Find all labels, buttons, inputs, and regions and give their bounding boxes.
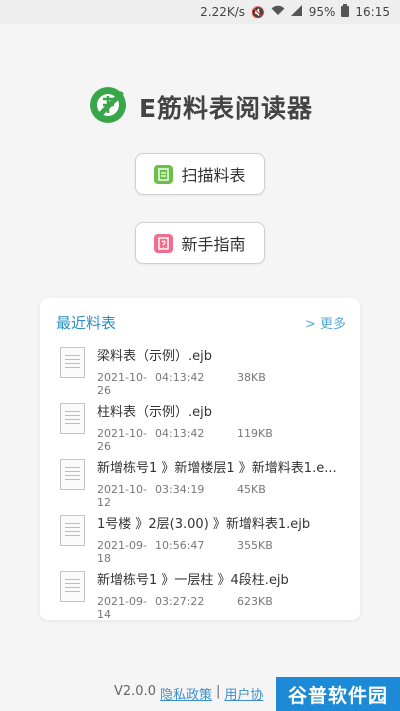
file-icon [60,571,85,602]
file-icon [60,459,85,490]
file-name: 新增栋号1 》新增楼层1 》新增料表1.e... [97,461,337,476]
file-name: 柱料表（示例）.ejb [97,405,212,420]
status-bar: 2.22K/s 🔇 95% 16:15 [0,0,400,24]
scan-button[interactable]: 扫描料表 [135,153,265,195]
guide-button[interactable]: 新手指南 [135,222,265,264]
file-size: 119KB [237,427,273,440]
list-item[interactable]: 新增栋号1 》新增楼层1 》新增料表1.e... 2021-10-12 03:3… [40,457,360,513]
file-time: 03:34:19 [155,483,205,496]
file-time: 04:13:42 [155,427,205,440]
list-item[interactable]: 1号楼 》2层(3.00) 》新增料表1.ejb 2021-09-18 10:5… [40,513,360,569]
mute-icon: 🔇 [251,5,265,19]
app-brand: E筋料表阅读器 [0,84,400,130]
recent-file-list: 梁料表（示例）.ejb 2021-10-26 04:13:42 38KB 柱料表… [40,345,360,625]
file-time: 04:13:42 [155,371,205,384]
file-time: 03:27:22 [155,595,205,608]
scan-label: 扫描料表 [181,166,246,185]
app-version: V2.0.0 [114,684,156,699]
file-name: 1号楼 》2层(3.00) 》新增料表1.ejb [97,517,311,532]
file-date: 2021-09-18 [97,539,147,565]
file-date: 2021-10-26 [97,371,147,397]
file-name: 梁料表（示例）.ejb [97,349,212,364]
file-size: 623KB [237,595,273,608]
list-item[interactable]: 柱料表（示例）.ejb 2021-10-26 04:13:42 119KB [40,401,360,457]
app-title: E筋料表阅读器 [138,94,314,123]
more-link[interactable]: > 更多 [305,313,346,332]
wifi-icon [271,5,285,19]
guide-label: 新手指南 [181,235,246,254]
privacy-policy-link[interactable]: 隐私政策 [160,684,212,703]
watermark-logo: 谷普软件园 [276,677,400,711]
file-icon [60,403,85,434]
rebar-logo-icon [87,84,129,130]
question-icon [154,233,174,253]
file-icon [60,515,85,546]
recent-files-title: 最近料表 [56,314,117,332]
file-size: 38KB [237,371,266,384]
file-date: 2021-10-26 [97,427,147,453]
battery-percent: 95% [308,5,336,19]
file-icon [60,347,85,378]
recent-files-card: 最近料表 > 更多 梁料表（示例）.ejb 2021-10-26 04:13:4… [40,298,360,621]
file-size: 45KB [237,483,266,496]
file-date: 2021-09-14 [97,595,147,621]
signal-icon [290,5,303,19]
file-date: 2021-10-12 [97,483,147,509]
clock: 16:15 [355,5,390,19]
file-time: 10:56:47 [155,539,205,552]
network-speed: 2.22K/s [200,5,246,19]
file-size: 355KB [237,539,273,552]
list-item[interactable]: 新增栋号1 》一层柱 》4段柱.ejb 2021-09-14 03:27:22 … [40,569,360,625]
footer-separator: | [216,684,221,699]
user-agreement-link[interactable]: 用户协 [224,684,263,703]
recent-files-header: 最近料表 > 更多 [40,298,360,333]
scan-icon [154,164,174,184]
list-item[interactable]: 梁料表（示例）.ejb 2021-10-26 04:13:42 38KB [40,345,360,401]
file-name: 新增栋号1 》一层柱 》4段柱.ejb [97,573,289,588]
battery-icon [341,4,350,20]
footer: V2.0.0 隐私政策 | 用户协 [114,684,263,703]
